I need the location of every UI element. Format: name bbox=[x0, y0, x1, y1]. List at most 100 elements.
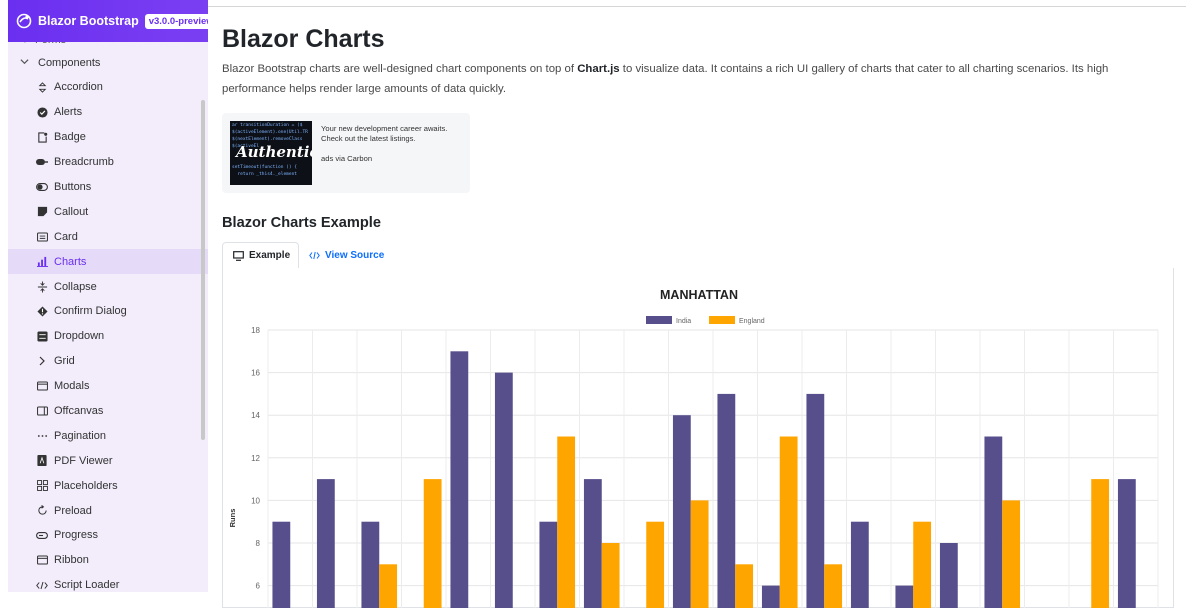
bar-india-11 bbox=[717, 394, 735, 608]
ad-via[interactable]: ads via Carbon bbox=[321, 154, 372, 163]
bar-england-15 bbox=[913, 522, 931, 608]
sidebar-item-placeholders[interactable]: Placeholders bbox=[8, 473, 208, 498]
bar-india-3 bbox=[361, 522, 379, 608]
chevron-right-icon bbox=[36, 355, 48, 367]
sidebar-item-pagination[interactable]: Pagination bbox=[8, 423, 208, 448]
sidebar-item-confirm-dialog[interactable]: Confirm Dialog bbox=[8, 299, 208, 324]
bar-india-6 bbox=[495, 373, 513, 608]
ad-text[interactable]: Your new development career awaits. Chec… bbox=[321, 124, 461, 144]
sidebar-item-progress[interactable]: Progress bbox=[8, 523, 208, 548]
ribbon-icon bbox=[36, 554, 48, 566]
progress-icon bbox=[36, 529, 48, 541]
sidebar-item-label: Callout bbox=[54, 206, 88, 218]
monitor-icon bbox=[233, 251, 244, 261]
example-tabs: Example View Source bbox=[222, 242, 1174, 269]
sidebar-item-alerts[interactable]: Alerts bbox=[8, 100, 208, 125]
sidebar-item-label: Placeholders bbox=[54, 480, 118, 492]
bar-india-1 bbox=[272, 522, 290, 608]
code-icon bbox=[36, 579, 48, 591]
chart-title: MANHATTAN bbox=[660, 288, 738, 302]
window-icon bbox=[36, 380, 48, 392]
sidebar-item-dropdown[interactable]: Dropdown bbox=[8, 324, 208, 349]
tab-view-source-label: View Source bbox=[325, 250, 384, 261]
sidebar-item-accordion[interactable]: Accordion bbox=[8, 75, 208, 100]
grid-icon bbox=[36, 480, 48, 492]
page-title: Blazor Charts bbox=[222, 25, 385, 54]
toggle-icon bbox=[36, 181, 48, 193]
y-tick-label: 6 bbox=[256, 582, 261, 591]
sidebar-item-script-loader[interactable]: Script Loader bbox=[8, 573, 208, 592]
bar-india-15 bbox=[895, 586, 913, 608]
sidebar-item-label: Badge bbox=[54, 131, 86, 143]
sidebar-item-label: Progress bbox=[54, 529, 98, 541]
sidebar-item-label: Modals bbox=[54, 380, 89, 392]
code-icon bbox=[309, 251, 320, 260]
top-divider bbox=[208, 6, 1186, 7]
tab-view-source[interactable]: View Source bbox=[309, 242, 384, 269]
breadcrumb-icon bbox=[36, 156, 48, 168]
legend-swatch-india bbox=[646, 316, 672, 324]
sidebar-item-badge[interactable]: Badge bbox=[8, 125, 208, 150]
bar-india-13 bbox=[806, 394, 824, 608]
ad-image[interactable]: ar transitionDuration = ($ $(activeEleme… bbox=[230, 121, 312, 185]
chartjs-link[interactable]: Chart.js bbox=[577, 63, 619, 75]
sidebar-scrollbar[interactable] bbox=[201, 100, 205, 440]
legend-label-england: England bbox=[739, 318, 765, 325]
bar-india-16 bbox=[940, 543, 958, 608]
offcanvas-icon bbox=[36, 405, 48, 417]
sidebar-item-collapse[interactable]: Collapse bbox=[8, 274, 208, 299]
sidebar-item-callout[interactable]: Callout bbox=[8, 199, 208, 224]
sidebar-item-label: Accordion bbox=[54, 81, 103, 93]
sidebar-item-label: Preload bbox=[54, 505, 92, 517]
sidebar-item-label: Collapse bbox=[54, 281, 97, 293]
version-badge: v3.0.0-preview.3 bbox=[145, 14, 208, 29]
sidebar-item-offcanvas[interactable]: Offcanvas bbox=[8, 399, 208, 424]
refresh-icon bbox=[36, 505, 48, 517]
sidebar-item-label: Grid bbox=[54, 355, 75, 367]
accordion-icon bbox=[36, 81, 48, 93]
sidebar-item-card[interactable]: Card bbox=[8, 224, 208, 249]
sidebar-item-label: Ribbon bbox=[54, 554, 89, 566]
page-description: Blazor Bootstrap charts are well-designe… bbox=[222, 59, 1152, 99]
description-text: Blazor Bootstrap charts are well-designe… bbox=[222, 63, 577, 75]
sidebar-group-label: Components bbox=[38, 57, 100, 69]
bar-chart-icon bbox=[36, 256, 48, 268]
sidebar-item-label: Script Loader bbox=[54, 579, 119, 591]
bar-india-12 bbox=[762, 586, 780, 608]
y-tick-label: 14 bbox=[251, 411, 260, 420]
sidebar-item-label: Alerts bbox=[54, 106, 82, 118]
y-axis-label: Runs bbox=[228, 509, 237, 528]
sidebar-item-label: Confirm Dialog bbox=[54, 305, 127, 317]
bar-india-5 bbox=[450, 351, 468, 608]
sidebar-item-pdf-viewer[interactable]: PDF Viewer bbox=[8, 448, 208, 473]
sidebar-item-label: Offcanvas bbox=[54, 405, 103, 417]
sidebar-item-charts[interactable]: Charts bbox=[8, 249, 208, 274]
sidebar-item-breadcrumb[interactable]: Breadcrumb bbox=[8, 150, 208, 175]
bar-england-19 bbox=[1091, 479, 1109, 608]
sidebar-item-buttons[interactable]: Buttons bbox=[8, 175, 208, 200]
section-title: Blazor Charts Example bbox=[222, 215, 381, 231]
badge-icon bbox=[36, 131, 48, 143]
pdf-icon bbox=[36, 455, 48, 467]
sidebar-group-components[interactable]: Components bbox=[8, 50, 208, 75]
bar-india-2 bbox=[317, 479, 335, 608]
bar-india-17 bbox=[984, 437, 1002, 608]
tab-example[interactable]: Example bbox=[222, 242, 299, 269]
sidebar: › Forms Components AccordionAlertsBadgeB… bbox=[8, 0, 208, 592]
bar-england-11 bbox=[735, 564, 753, 608]
carbon-ad[interactable]: ar transitionDuration = ($ $(activeEleme… bbox=[222, 113, 470, 193]
bar-england-13 bbox=[824, 564, 842, 608]
bar-india-14 bbox=[851, 522, 869, 608]
ellipsis-icon bbox=[36, 430, 48, 442]
sidebar-item-modals[interactable]: Modals bbox=[8, 374, 208, 399]
bar-india-7 bbox=[539, 522, 557, 608]
sidebar-item-grid[interactable]: Grid bbox=[8, 349, 208, 374]
sidebar-item-ribbon[interactable]: Ribbon bbox=[8, 548, 208, 573]
y-tick-label: 8 bbox=[256, 539, 261, 548]
sidebar-item-preload[interactable]: Preload bbox=[8, 498, 208, 523]
manhattan-chart[interactable]: 681012141618MANHATTANIndiaEnglandRuns bbox=[223, 268, 1175, 608]
bar-england-4 bbox=[424, 479, 442, 608]
sidebar-item-label: Pagination bbox=[54, 430, 106, 442]
brand-bar[interactable]: Blazor Bootstrap v3.0.0-preview.3 bbox=[8, 0, 208, 42]
bar-india-10 bbox=[673, 415, 691, 608]
